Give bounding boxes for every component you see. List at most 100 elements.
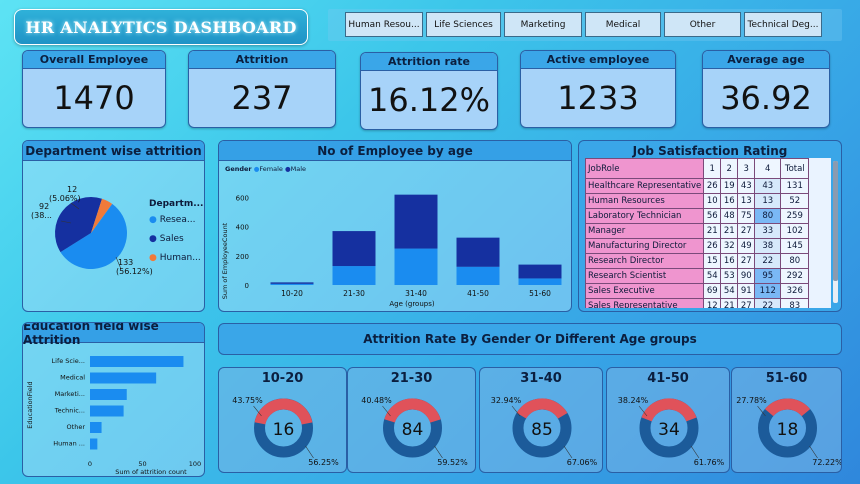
y-tick-label: Human ...	[53, 440, 85, 448]
slicer-item-human-resources[interactable]: Human Resou...	[345, 12, 423, 37]
slicer-item-marketing[interactable]: Marketing	[504, 12, 582, 37]
kpi-label: Attrition	[189, 51, 335, 69]
bar-male[interactable]	[518, 264, 562, 279]
edu-bar[interactable]	[90, 422, 102, 433]
bar-male[interactable]	[270, 282, 314, 284]
value-cell: 21	[703, 223, 722, 239]
value-cell: 19	[720, 178, 739, 194]
kpi-active-employee: Active employee 1233	[520, 50, 676, 128]
y-tick-label: Other	[67, 423, 86, 431]
bar-female[interactable]	[518, 278, 562, 285]
kpi-attrition: Attrition 237	[188, 50, 336, 128]
donut-center-value: 16	[273, 420, 295, 440]
donut-center-value: 85	[531, 420, 553, 440]
value-cell: 21	[720, 298, 739, 308]
value-cell: 259	[780, 208, 810, 224]
slicer-item-other[interactable]: Other	[664, 12, 741, 37]
table-header-cell[interactable]: JobRole	[585, 158, 705, 179]
y-tick-label: Marketi...	[55, 390, 85, 398]
value-cell: 69	[703, 283, 722, 299]
pie-label-sales-pct: (38...	[31, 211, 52, 220]
table-header-row: JobRole 1 2 3 4 Total	[585, 158, 810, 179]
donut-top-pct: 43.75%	[232, 396, 263, 405]
age-x-axis-label: Age (groups)	[389, 300, 434, 308]
edu-bar[interactable]	[90, 438, 98, 450]
x-tick-label: 31-40	[405, 289, 427, 298]
x-tick-label: 100	[189, 460, 201, 468]
value-cell: 292	[780, 268, 810, 284]
panel-title: Department wise attrition	[23, 141, 204, 161]
table-row: Human Resources 10 16 13 13 52	[585, 193, 810, 209]
table-row: Sales Executive 69 54 91 112 326	[585, 283, 810, 299]
donut-bottom-pct: 67.06%	[567, 458, 598, 467]
x-tick-label: 10-20	[281, 289, 303, 298]
bar-male[interactable]	[456, 237, 500, 267]
table-header-cell[interactable]: 2	[720, 158, 739, 179]
age-group-donut-card: 21-30 84 40.48% 59.52%	[347, 367, 476, 473]
kpi-value: 1470	[53, 79, 135, 117]
age-group-donut: 85 32.94% 67.06%	[491, 396, 598, 467]
value-cell: 102	[780, 223, 810, 239]
panel-title: Attrition Rate By Gender Or Different Ag…	[363, 332, 697, 346]
value-cell: 26	[703, 238, 722, 254]
table-header-cell[interactable]: 1	[703, 158, 722, 179]
attrition-age-groups-header: Attrition Rate By Gender Or Different Ag…	[218, 323, 842, 355]
value-cell: 326	[780, 283, 810, 299]
age-group-donut-card: 10-20 16 43.75% 56.25%	[218, 367, 347, 473]
edu-y-axis-label: EducationField	[26, 381, 34, 428]
value-cell: 80	[754, 208, 782, 224]
bar-female[interactable]	[270, 283, 314, 285]
age-group-donut-card: 31-40 85 32.94% 67.06%	[479, 367, 603, 473]
pie-label-hr-pct: (5.06%)	[49, 194, 81, 203]
table-scrollbar[interactable]	[833, 161, 838, 303]
slicer-item-medical[interactable]: Medical	[585, 12, 661, 37]
job-satisfaction-table-wrap: JobRole 1 2 3 4 Total Healthcare Representativ…	[585, 158, 831, 308]
table-header-cell[interactable]: Total	[780, 158, 810, 179]
value-cell: 10	[703, 193, 722, 209]
donut-center-value: 34	[658, 420, 680, 440]
donut-top-pct: 32.94%	[491, 396, 522, 405]
job-satisfaction-table: JobRole 1 2 3 4 Total Healthcare Representativ…	[585, 158, 810, 308]
y-tick-label: 0	[245, 282, 249, 290]
value-cell: 16	[720, 193, 739, 209]
bar-female[interactable]	[394, 248, 438, 285]
age-bar-chart: Sum of EmployeeCount 600 400 200 0 10-20 21-…	[221, 194, 562, 308]
bar-female[interactable]	[332, 266, 376, 285]
value-cell: 54	[720, 283, 739, 299]
age-group-label: 10-20	[261, 371, 304, 386]
donut-top-pct: 40.48%	[361, 396, 392, 405]
value-cell: 54	[703, 268, 722, 284]
edu-bar[interactable]	[90, 405, 124, 417]
x-tick-label: 21-30	[343, 289, 365, 298]
value-cell: 22	[754, 298, 782, 308]
bar-male[interactable]	[394, 194, 438, 249]
dashboard-title: HR ANALYTICS DASHBOARD	[25, 17, 297, 37]
dept-legend-item[interactable]: ● Human...	[149, 253, 201, 263]
dept-legend-item[interactable]: ● Sales	[149, 234, 184, 244]
panel-title: No of Employee by age	[219, 141, 571, 161]
edu-bar[interactable]	[90, 389, 127, 400]
value-cell: 16	[720, 253, 739, 269]
value-cell: 22	[754, 253, 782, 269]
bar-male[interactable]	[332, 231, 376, 267]
value-cell: 75	[737, 208, 756, 224]
edu-bar[interactable]	[90, 372, 157, 384]
bar-female[interactable]	[456, 266, 500, 285]
table-header-cell[interactable]: 4	[754, 158, 782, 179]
slicer-item-life-sciences[interactable]: Life Sciences	[426, 12, 501, 37]
value-cell: 13	[737, 193, 756, 209]
value-cell: 27	[737, 298, 756, 308]
panel-title: Education field wise Attrition	[23, 323, 204, 347]
table-header-cell[interactable]: 3	[737, 158, 756, 179]
job-role-cell: Sales Executive	[585, 283, 705, 299]
kpi-value: 36.92	[720, 79, 812, 117]
table-row: Healthcare Representative 26 19 43 43 131	[585, 178, 810, 194]
slicer-item-technical-degree[interactable]: Technical Deg...	[744, 12, 822, 37]
dept-legend-item[interactable]: ● Resea...	[149, 215, 195, 225]
value-cell: 43	[737, 178, 756, 194]
y-tick-label: Life Scie...	[52, 357, 85, 365]
value-cell: 90	[737, 268, 756, 284]
value-cell: 95	[754, 268, 782, 284]
donut-bottom-pct: 61.76%	[694, 458, 725, 467]
edu-bar[interactable]	[90, 356, 184, 367]
